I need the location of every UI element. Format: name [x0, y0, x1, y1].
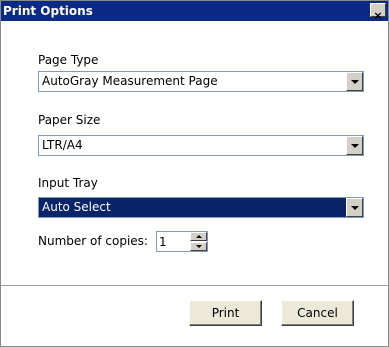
page-type-label: Page Type	[38, 53, 99, 67]
input-tray-value: Auto Select	[42, 200, 111, 214]
spin-down-icon	[196, 245, 202, 248]
copies-decrement-button[interactable]	[190, 242, 207, 251]
paper-size-label: Paper Size	[38, 113, 101, 127]
print-options-dialog: Print Options × Page Type AutoGray Measu…	[0, 0, 389, 347]
print-button[interactable]: Print	[189, 300, 262, 326]
close-button[interactable]: ×	[370, 3, 386, 22]
button-separator	[1, 285, 388, 287]
copies-value: 1	[159, 235, 167, 249]
copies-stepper[interactable]: 1	[156, 231, 208, 252]
input-tray-dropdown-button[interactable]	[346, 198, 363, 217]
paper-size-dropdown-button[interactable]	[346, 136, 363, 155]
window-title: Print Options	[3, 4, 93, 18]
title-bar[interactable]: Print Options ×	[1, 1, 388, 22]
chevron-down-icon	[351, 144, 359, 148]
page-type-dropdown-button[interactable]	[346, 72, 363, 91]
spin-up-icon	[196, 235, 202, 238]
page-type-value: AutoGray Measurement Page	[42, 74, 218, 88]
chevron-down-icon	[351, 206, 359, 210]
cancel-button[interactable]: Cancel	[281, 300, 354, 326]
paper-size-dropdown[interactable]: LTR/A4	[38, 135, 364, 156]
copies-label: Number of copies:	[38, 234, 148, 248]
page-type-dropdown[interactable]: AutoGray Measurement Page	[38, 71, 364, 92]
close-icon: ×	[373, 9, 383, 22]
chevron-down-icon	[351, 80, 359, 84]
input-tray-label: Input Tray	[38, 176, 98, 190]
paper-size-value: LTR/A4	[42, 138, 83, 152]
copies-increment-button[interactable]	[190, 232, 207, 241]
input-tray-dropdown[interactable]: Auto Select	[38, 197, 364, 218]
